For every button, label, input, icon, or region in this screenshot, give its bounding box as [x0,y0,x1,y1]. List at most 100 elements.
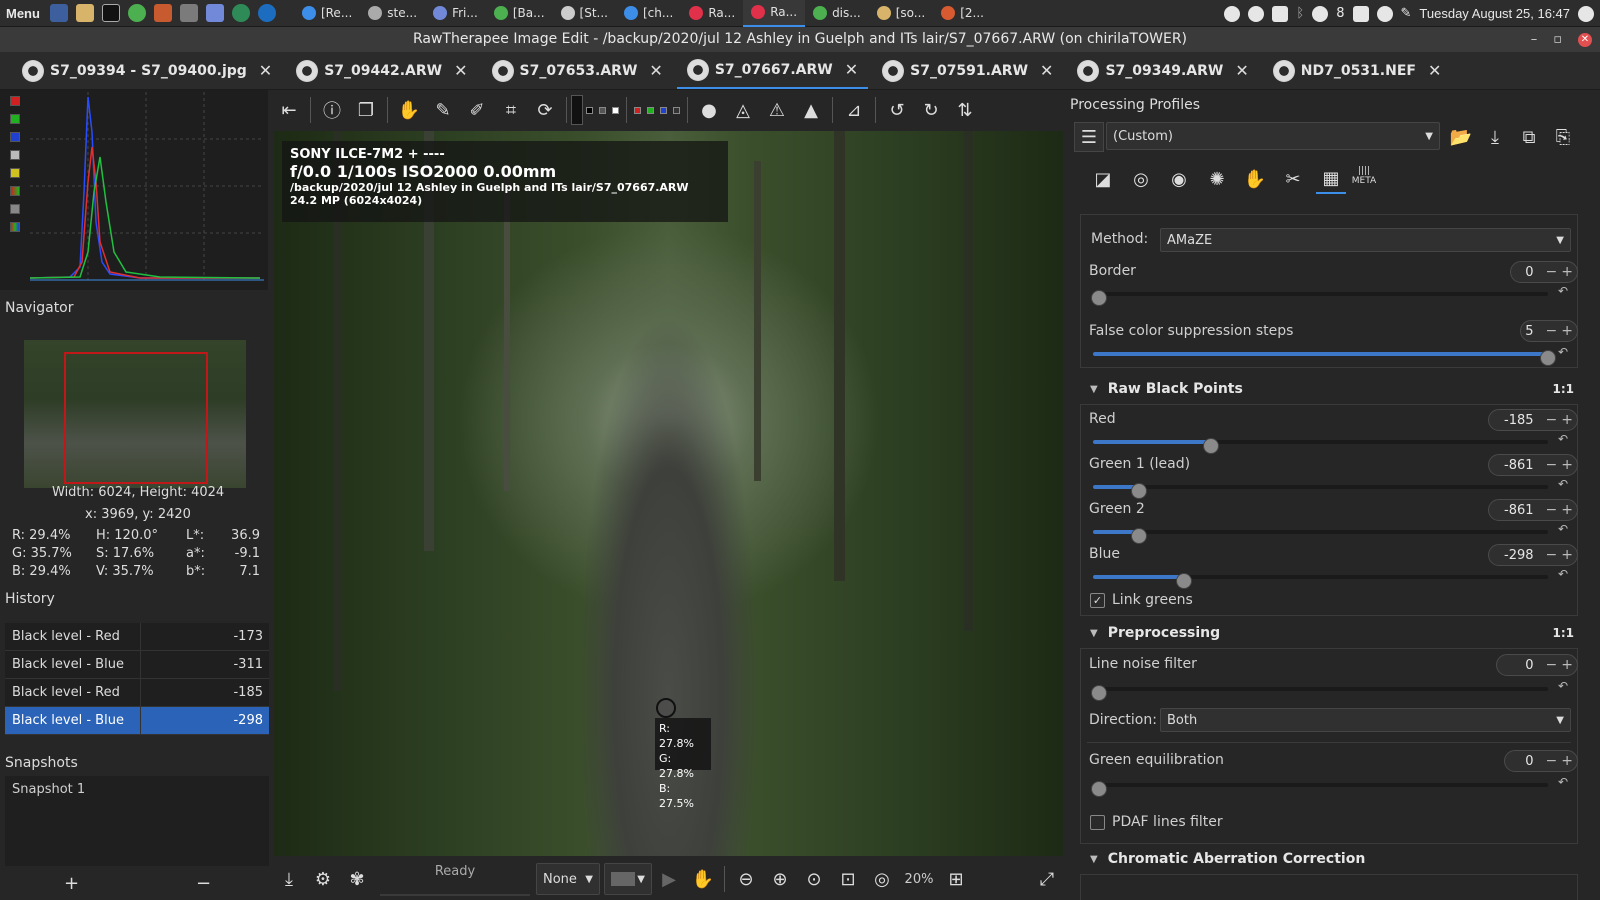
taskbar-task[interactable]: [St... [553,0,616,27]
discord-icon[interactable] [205,4,224,22]
raw-black-points-header[interactable]: ▼ Raw Black Points 1:1 [1080,376,1578,402]
remove-snapshot-button[interactable]: − [196,873,211,894]
bg-white-icon[interactable] [612,106,619,114]
new-window-icon[interactable]: ⊞ [941,864,971,894]
hand-navigate-icon[interactable]: ✋ [688,864,718,894]
blue-slider-knob[interactable] [1176,573,1192,589]
hand-tool-icon[interactable]: ✋ [394,95,424,125]
color-tab-icon[interactable]: ◉ [1164,164,1194,194]
clipboard-icon[interactable] [1352,5,1369,22]
minimize-icon[interactable]: – [1531,32,1538,47]
pen-icon[interactable]: ✎ [1401,6,1412,21]
tool-icon[interactable] [179,4,198,22]
channel-luma-icon[interactable] [673,106,680,114]
white-balance-picker-icon[interactable]: ✎ [428,95,458,125]
raw-tab-icon[interactable]: ▦ [1316,164,1346,194]
clipping-shadow-icon[interactable]: ▲ [796,95,826,125]
copy-profile-icon[interactable]: ⧉ [1514,122,1544,152]
red-reset-icon[interactable]: ↶ [1558,432,1568,446]
advanced-tab-icon[interactable]: ✺ [1202,164,1232,194]
forward-icon[interactable]: ▶ [654,864,684,894]
history-row[interactable]: Black level - Red -173 [5,623,269,651]
profile-select[interactable]: (Custom) ▼ [1106,122,1440,150]
green-equilibration-slider-knob[interactable] [1091,781,1107,797]
close-tab-icon[interactable]: ✕ [845,60,858,79]
chrome-icon[interactable] [127,4,146,22]
border-slider[interactable] [1091,290,1548,306]
red-slider[interactable] [1093,438,1548,454]
power-icon[interactable] [1578,5,1594,22]
border-spinner[interactable]: 0− + [1510,261,1578,283]
histogram-chroma-toggle[interactable] [10,168,20,178]
histogram-mode-toggle[interactable] [10,222,20,232]
minus-icon[interactable]: − [1546,753,1558,769]
navigator-thumbnail[interactable] [24,340,246,488]
link-greens-checkbox[interactable]: ✓ [1090,593,1105,608]
border-reset-icon[interactable]: ↶ [1558,284,1568,298]
green2-slider[interactable] [1093,528,1548,544]
green-equilibration-reset-icon[interactable]: ↶ [1558,775,1568,789]
rotate-left-icon[interactable]: ↺ [882,95,912,125]
taskbar-task[interactable]: [so... [869,0,934,27]
clock[interactable]: Tuesday August 25, 16:47 [1419,6,1570,21]
straighten-icon[interactable]: ⟳ [530,95,560,125]
exposure-tab-icon[interactable]: ◪ [1088,164,1118,194]
detail-tab-icon[interactable]: ◎ [1126,164,1156,194]
x-icon[interactable] [1248,5,1265,22]
history-row[interactable]: Black level - Blue -298 [5,707,269,735]
green2-spinner[interactable]: -861− + [1488,499,1578,521]
profile-list-icon[interactable]: ☰ [1074,122,1104,152]
red-spinner[interactable]: -185− + [1488,409,1578,431]
color-picker-icon[interactable]: ✐ [462,95,492,125]
editor-tab[interactable]: S7_07653.ARW ✕ [482,53,673,89]
green2-reset-icon[interactable]: ↶ [1558,522,1568,536]
histogram-luma-toggle[interactable] [10,150,20,160]
editor-tab[interactable]: S7_09394 - S7_09400.jpg ✕ [12,53,282,89]
minus-icon[interactable]: − [1546,323,1558,339]
clipping-warning-icon[interactable]: ⚠ [762,95,792,125]
channel-green-icon[interactable] [647,106,654,114]
save-icon[interactable]: ⤓ [274,864,304,894]
history-row[interactable]: Black level - Blue -311 [5,651,269,679]
taskbar-task[interactable]: Ra... [681,0,743,27]
fullscreen-icon[interactable]: ⤢ [1032,864,1062,894]
zoom-crop-icon[interactable]: ⊡ [833,864,863,894]
history-row[interactable]: Black level - Red -185 [5,679,269,707]
zoom-in-icon[interactable]: ⊕ [765,864,795,894]
histogram-green-toggle[interactable] [10,114,20,124]
plus-icon[interactable]: + [1561,502,1573,518]
taskbar-task[interactable]: [ch... [616,0,681,27]
editor-tab[interactable]: ND7_0531.NEF ✕ [1263,53,1452,89]
files-icon[interactable] [75,4,94,22]
close-tab-icon[interactable]: ✕ [649,61,662,80]
editor-tab[interactable]: S7_07667.ARW ✕ [676,53,869,89]
histogram-blue-toggle[interactable] [10,132,20,142]
taskbar-task[interactable]: Fri... [425,0,486,27]
channel-red-icon[interactable] [634,106,641,114]
close-tab-icon[interactable]: ✕ [259,61,272,80]
line-noise-spinner[interactable]: 0− + [1496,654,1578,676]
minus-icon[interactable]: − [1546,264,1558,280]
perspective-icon[interactable]: ⊿ [839,95,869,125]
histogram-raw-toggle[interactable] [10,186,20,196]
green-equilibration-spinner[interactable]: 0− + [1504,750,1578,772]
channel-blue-icon[interactable] [660,106,667,114]
taskbar-task[interactable]: [Re... [294,0,360,27]
desktop-icon[interactable] [49,4,68,22]
minus-icon[interactable]: − [1546,457,1558,473]
queue-icon[interactable]: ⚙ [308,864,338,894]
plus-icon[interactable]: + [1561,412,1573,428]
fcs-slider-knob[interactable] [1540,350,1556,366]
histogram-red-toggle[interactable] [10,96,20,106]
taskbar-task[interactable]: Ra... [743,0,806,27]
zoom-out-icon[interactable]: ⊖ [731,864,761,894]
close-tab-icon[interactable]: ✕ [1235,61,1248,80]
minus-icon[interactable]: − [1546,547,1558,563]
crop-icon[interactable]: ⌗ [496,95,526,125]
notification-icon[interactable] [1312,5,1329,22]
clipping-highlight-icon[interactable]: ◬ [728,95,758,125]
maximize-icon[interactable]: ▫ [1553,32,1562,47]
taskbar-task[interactable]: [Ba... [486,0,553,27]
flip-icon[interactable]: ⇅ [950,95,980,125]
close-tab-icon[interactable]: ✕ [1040,61,1053,80]
